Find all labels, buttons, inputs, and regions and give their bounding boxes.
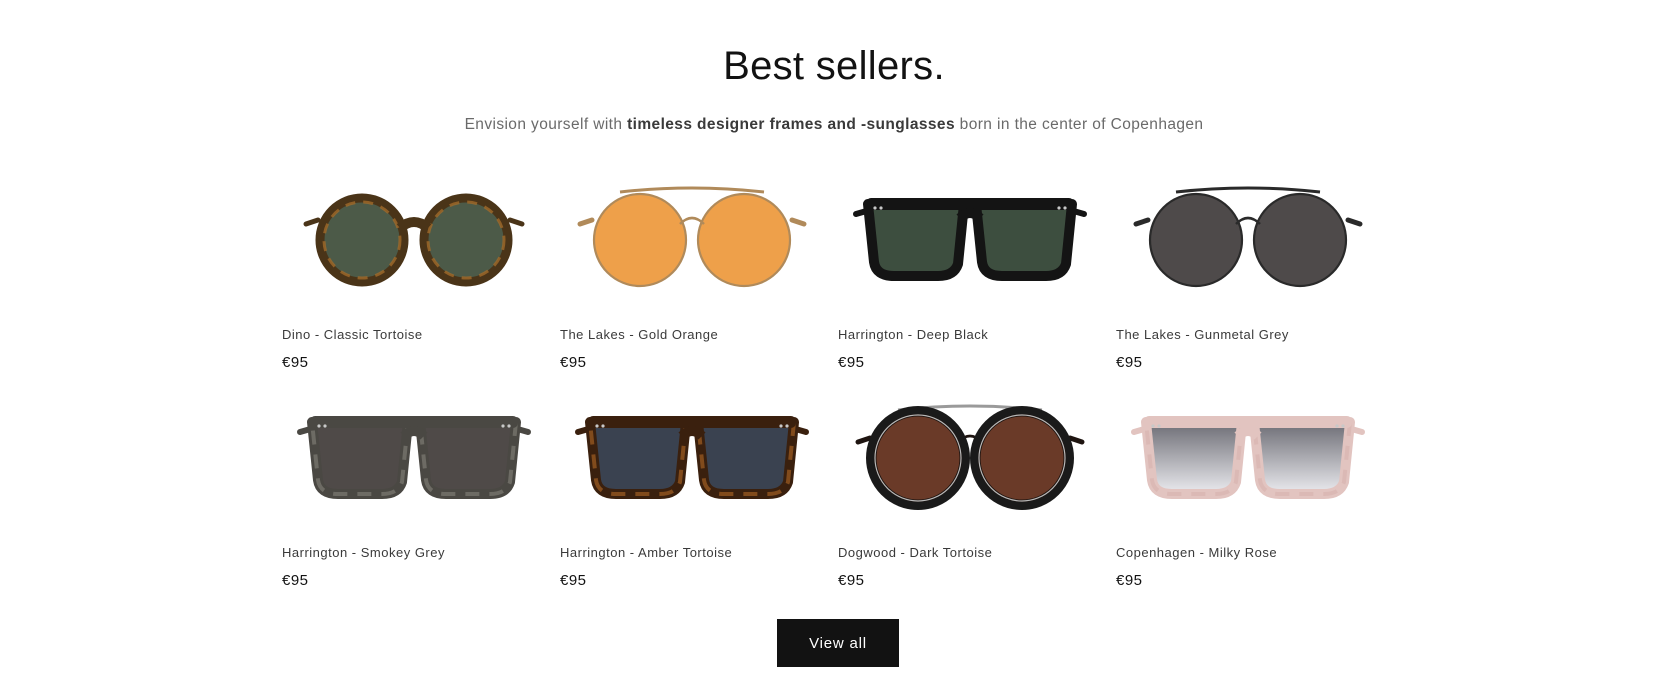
product-price: €95: [838, 572, 865, 589]
best-sellers-section: Best sellers. Envision yourself with tim…: [0, 0, 1668, 699]
sunglasses-image: [1133, 186, 1363, 288]
product-price: €95: [1116, 354, 1143, 371]
sunglasses-image: [853, 198, 1087, 281]
product-price: €95: [1116, 572, 1143, 589]
section-title: Best sellers.: [723, 44, 945, 88]
sunglasses-image: [855, 404, 1085, 510]
product-card[interactable]: Harrington - Amber Tortoise €95: [560, 403, 824, 589]
product-image[interactable]: [1116, 403, 1380, 525]
product-title-link[interactable]: Harrington - Amber Tortoise: [560, 544, 732, 562]
view-all-button[interactable]: View all: [777, 619, 899, 667]
product-image[interactable]: [838, 185, 1102, 307]
product-title-link[interactable]: Harrington - Smokey Grey: [282, 544, 445, 562]
product-grid: Dino - Classic Tortoise €95 The Lakes - Go…: [282, 185, 1394, 589]
product-image[interactable]: [1116, 185, 1380, 307]
sunglasses-image: [297, 416, 531, 499]
subtitle-emphasis: timeless designer frames and -sunglasses: [627, 116, 955, 133]
product-card[interactable]: Copenhagen - Milky Rose €95: [1116, 403, 1380, 589]
sunglasses-image: [577, 186, 807, 288]
product-image[interactable]: [838, 403, 1102, 525]
product-title-link[interactable]: Harrington - Deep Black: [838, 326, 988, 344]
product-title-link[interactable]: Dino - Classic Tortoise: [282, 326, 423, 344]
section-subtitle: Envision yourself with timeless designer…: [0, 113, 1668, 137]
subtitle-text: Envision yourself with: [464, 116, 628, 133]
product-card[interactable]: The Lakes - Gunmetal Grey €95: [1116, 185, 1380, 371]
product-image[interactable]: [560, 185, 824, 307]
product-card[interactable]: Harrington - Smokey Grey €95: [282, 403, 546, 589]
product-card[interactable]: Dogwood - Dark Tortoise €95: [838, 403, 1102, 589]
sunglasses-image: [303, 193, 525, 287]
product-card[interactable]: The Lakes - Gold Orange €95: [560, 185, 824, 371]
product-title-link[interactable]: The Lakes - Gold Orange: [560, 326, 718, 344]
product-card[interactable]: Harrington - Deep Black €95: [838, 185, 1102, 371]
subtitle-text-end: born in the center of Copenhagen: [954, 116, 1204, 133]
product-card[interactable]: Dino - Classic Tortoise €95: [282, 185, 546, 371]
product-price: €95: [560, 354, 587, 371]
product-title-link[interactable]: Copenhagen - Milky Rose: [1116, 544, 1277, 562]
sunglasses-image: [1131, 416, 1365, 499]
product-image[interactable]: [282, 185, 546, 307]
product-price: €95: [282, 572, 309, 589]
product-image[interactable]: [560, 403, 824, 525]
product-title-link[interactable]: The Lakes - Gunmetal Grey: [1116, 326, 1289, 344]
sunglasses-image: [575, 416, 809, 499]
product-title-link[interactable]: Dogwood - Dark Tortoise: [838, 544, 992, 562]
product-price: €95: [282, 354, 309, 371]
product-price: €95: [560, 572, 587, 589]
product-price: €95: [838, 354, 865, 371]
product-image[interactable]: [282, 403, 546, 525]
